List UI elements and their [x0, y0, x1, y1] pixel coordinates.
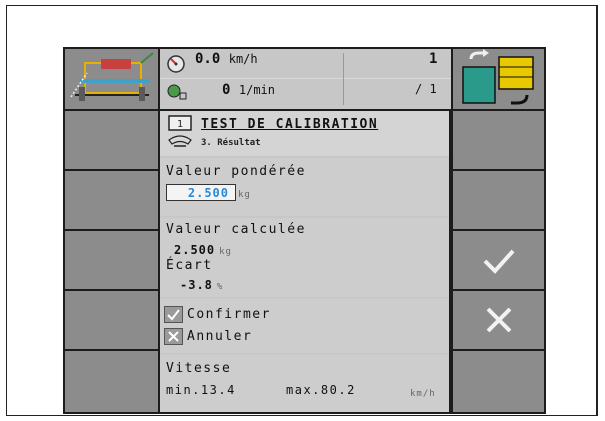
calculated-value-label: Valeur calculée: [166, 222, 306, 237]
weighted-value-input[interactable]: 2.500: [166, 184, 236, 201]
speed-value: 0.0: [195, 51, 221, 67]
status-readouts: 0.0 km/h 0 1/min 1 / 1: [160, 49, 451, 109]
weighted-section: Valeur pondérée 2.500 kg: [160, 158, 449, 216]
actions-section: Confirmer Annuler: [160, 299, 449, 353]
softkey-left-2[interactable]: [65, 171, 158, 229]
sprayer-machine-icon: [70, 52, 154, 101]
weighted-value-label: Valeur pondérée: [166, 164, 306, 179]
rpm-unit: 1/min: [238, 83, 275, 97]
svg-text:1: 1: [177, 119, 183, 130]
speed-range-unit-wrap: km/h: [410, 385, 436, 399]
confirm-check-icon: [164, 306, 183, 323]
speed-range-section: Vitesse min.13.4 max.80.2 km/h: [160, 355, 449, 412]
softkey-cancel[interactable]: [453, 291, 544, 349]
softkey-left-4[interactable]: [65, 291, 158, 349]
softkey-right-2[interactable]: [453, 171, 544, 229]
speed-min: min.13.4: [166, 383, 236, 397]
speed-unit: km/h: [228, 52, 258, 66]
layout-switch-button[interactable]: [453, 49, 544, 109]
softkey-right-5[interactable]: [453, 351, 544, 412]
speed-readout: 0.0 km/h: [195, 51, 258, 67]
softkey-confirm[interactable]: [453, 231, 544, 289]
speed-max: max.80.2: [286, 383, 356, 397]
checkmark-icon: [483, 249, 515, 274]
speedometer-icon: [167, 55, 185, 73]
deviation-value: -3.8: [180, 278, 213, 292]
cancel-option[interactable]: Annuler: [164, 328, 252, 345]
terminal-screen: 0.0 km/h 0 1/min 1 / 1 1 TEST DE CALIBRA…: [63, 47, 546, 414]
calculated-unit: kg: [219, 247, 232, 257]
cancel-label: Annuler: [187, 329, 253, 344]
weighted-unit: kg: [238, 190, 251, 200]
deviation-readout: -3.8%: [180, 278, 223, 292]
softkey-left-3[interactable]: [65, 231, 158, 289]
confirm-option[interactable]: Confirmer: [164, 306, 271, 323]
panel-header: 1 TEST DE CALIBRATION 3. Résultat: [160, 111, 449, 156]
outer-frame-edge: [596, 5, 598, 416]
calculated-value: 2.500: [174, 243, 216, 257]
softkey-left-5[interactable]: [65, 351, 158, 412]
page-title: TEST DE CALIBRATION: [201, 117, 379, 132]
cross-icon: [486, 307, 512, 333]
calibration-scale-icon: 1: [168, 115, 192, 147]
screen-layout-icon: [462, 49, 534, 105]
section-counter-total: / 1: [415, 82, 437, 96]
speed-range-label: Vitesse: [166, 361, 232, 376]
softkey-left-1[interactable]: [65, 111, 158, 169]
weighted-unit-wrap: kg: [238, 186, 251, 200]
calculated-readout: 2.500 kg: [174, 243, 232, 257]
deviation-unit: %: [216, 282, 224, 292]
status-bar: 0.0 km/h 0 1/min 1 / 1: [65, 49, 544, 109]
calculated-section: Valeur calculée 2.500 kg Écart -3.8%: [160, 218, 449, 297]
weighted-value-text: 2.500: [187, 186, 229, 200]
speed-range-unit: km/h: [410, 389, 436, 399]
rpm-value: 0: [222, 82, 231, 98]
calibration-panel: 1 TEST DE CALIBRATION 3. Résultat Valeur…: [160, 111, 449, 412]
page-subtitle: 3. Résultat: [201, 138, 261, 148]
cancel-x-icon: [164, 328, 183, 345]
softkey-right-1[interactable]: [453, 111, 544, 169]
divider: [160, 78, 451, 79]
rpm-readout: 0 1/min: [222, 82, 275, 98]
pto-rpm-icon: [167, 84, 187, 100]
section-counter: 1: [429, 51, 438, 67]
confirm-label: Confirmer: [187, 307, 271, 322]
deviation-label: Écart: [166, 258, 213, 273]
machine-view-button[interactable]: [65, 49, 158, 109]
divider: [343, 53, 344, 105]
